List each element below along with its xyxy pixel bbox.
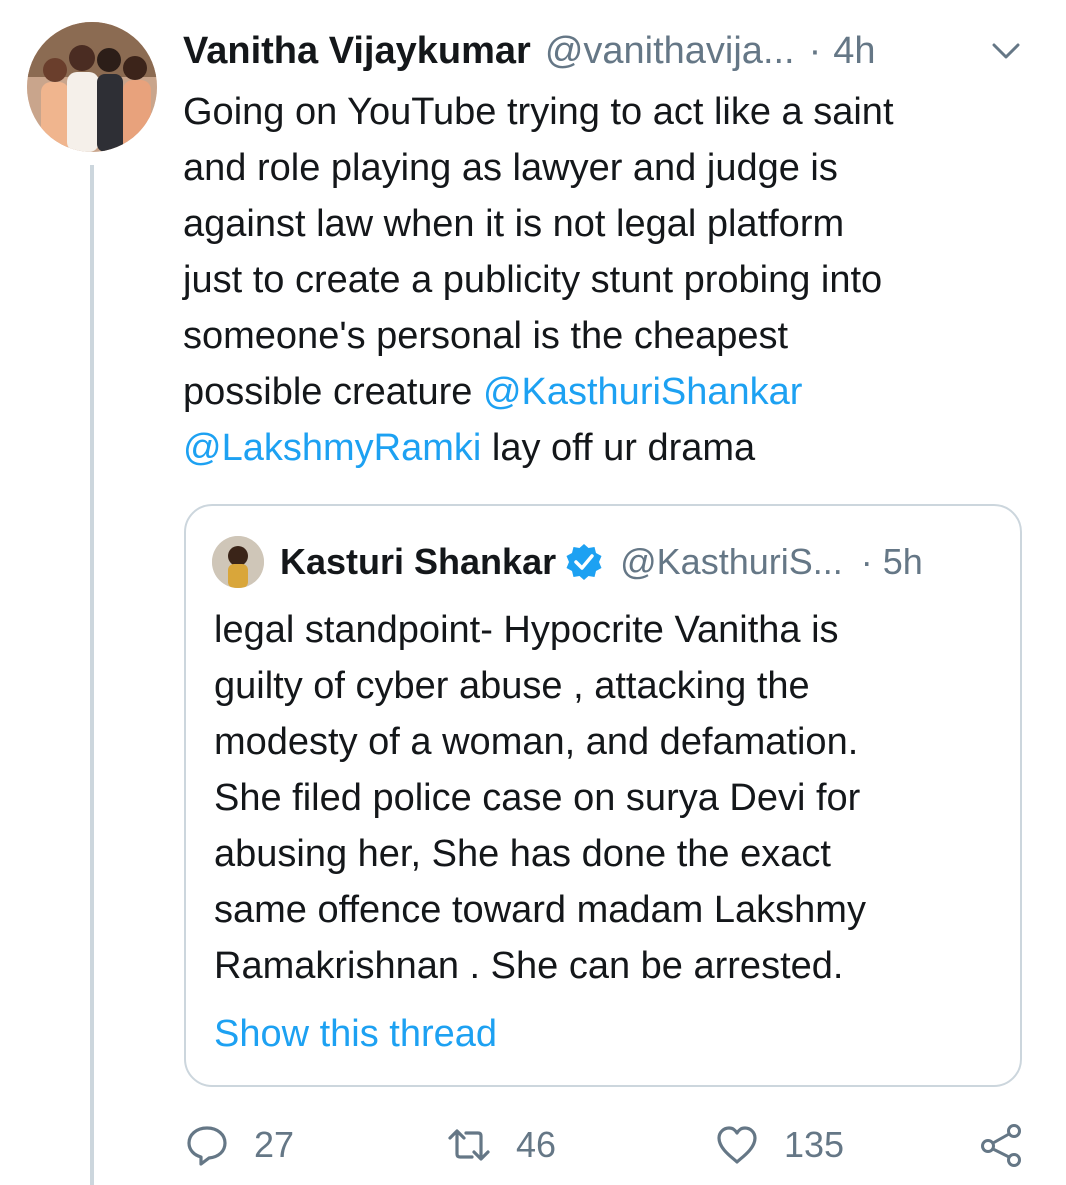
quoted-text-line: same offence toward madam Lakshmy [214, 889, 866, 931]
quoted-author-display-name: Kasturi Shankar [280, 541, 557, 582]
retweet-icon [448, 1129, 490, 1161]
quoted-author-handle: @KasthuriS... [620, 541, 843, 582]
share-icon [981, 1124, 1021, 1167]
quoted-avatar-photo [212, 536, 264, 588]
quoted-header-separator: · [860, 541, 873, 582]
retweet-button[interactable]: 46 [446, 1118, 556, 1172]
thread-connector-line [90, 165, 94, 1185]
tweet-text-fragment: possible creature [183, 371, 483, 413]
reply-icon [187, 1126, 227, 1166]
share-button[interactable] [978, 1118, 1024, 1172]
tweet-menu-button[interactable] [988, 36, 1024, 66]
show-thread-link[interactable]: Show this thread [214, 1006, 497, 1062]
tweet-timestamp[interactable]: 4h [833, 30, 875, 73]
quoted-text-line: Ramakrishnan . She can be arrested. [214, 945, 844, 987]
mention-link-lakshmyramki[interactable]: @LakshmyRamki [183, 427, 481, 469]
tweet-text-line: possible creature @KasthuriShankar [183, 364, 1043, 420]
avatar-photo [27, 22, 157, 152]
tweet-text-line: Going on YouTube trying to act like a sa… [183, 91, 894, 133]
like-button[interactable]: 135 [714, 1118, 844, 1172]
like-count: 135 [784, 1124, 845, 1165]
quoted-author-avatar [212, 536, 264, 588]
verified-badge-icon [566, 544, 602, 580]
quoted-text-line: guilty of cyber abuse , attacking the [214, 665, 810, 707]
heart-icon [717, 1126, 757, 1164]
quoted-text-line: legal standpoint- Hypocrite Vanitha is [214, 609, 839, 651]
reply-button[interactable]: 27 [184, 1118, 294, 1172]
tweet-body: Going on YouTube trying to act like a sa… [183, 84, 1043, 476]
quoted-tweet-timestamp: 5h [882, 541, 923, 582]
quoted-text-line: modesty of a woman, and defamation. [214, 721, 859, 763]
tweet-text-line: someone's personal is the cheapest [183, 315, 789, 357]
mention-link-kasthurishankar[interactable]: @KasthuriShankar [483, 371, 803, 413]
tweet-text-fragment: lay off ur drama [481, 427, 756, 469]
chevron-down-icon [992, 43, 1020, 59]
tweet-header: Vanitha Vijaykumar @vanithavija... · 4h [183, 26, 1043, 76]
author-avatar[interactable] [27, 22, 157, 152]
quoted-tweet-card[interactable]: Kasturi Shankar @KasthuriS... · 5h legal… [184, 504, 1022, 1087]
retweet-count: 46 [516, 1124, 557, 1165]
author-display-name[interactable]: Vanitha Vijaykumar [183, 30, 531, 73]
quoted-tweet-header: Kasturi Shankar @KasthuriS... · 5h [280, 538, 1010, 586]
author-handle[interactable]: @vanithavija... [545, 30, 795, 73]
tweet-text-line: just to create a publicity stunt probing… [183, 259, 883, 301]
reply-count: 27 [254, 1124, 295, 1165]
tweet-text-line: @LakshmyRamki lay off ur drama [183, 420, 1043, 476]
tweet-text-line: against law when it is not legal platfor… [183, 203, 845, 245]
quoted-tweet-body: legal standpoint- Hypocrite Vanitha is g… [214, 602, 1014, 994]
quoted-text-line: She filed police case on surya Devi for [214, 777, 861, 819]
header-separator: · [808, 29, 822, 72]
tweet-text-line: and role playing as lawyer and judge is [183, 147, 838, 189]
quoted-text-line: abusing her, She has done the exact [214, 833, 831, 875]
